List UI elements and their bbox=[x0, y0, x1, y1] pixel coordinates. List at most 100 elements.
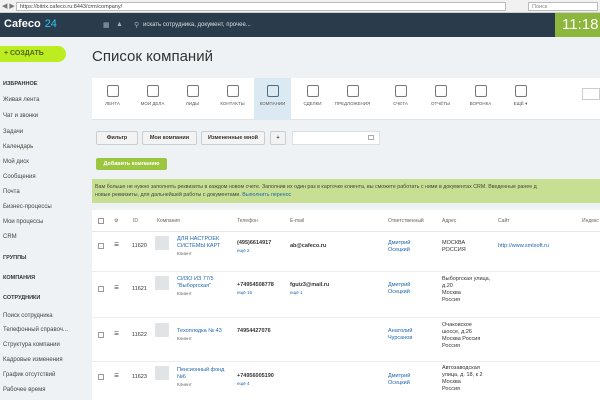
sidebar-item-phonebook[interactable]: Телефонный справоч... bbox=[3, 327, 68, 333]
responsible[interactable]: Дмитрий bbox=[388, 240, 410, 246]
responsible[interactable]: Дмитрий bbox=[388, 282, 410, 288]
sidebar-item-bizproc[interactable]: Бизнес-процессы bbox=[3, 204, 52, 210]
grid-icon[interactable]: ▦ bbox=[103, 21, 110, 29]
row-menu-icon[interactable]: ☰ bbox=[114, 373, 119, 379]
row-checkbox[interactable] bbox=[98, 374, 104, 380]
table-row[interactable]: ☰ 11621 СИЗО ИЗ 77/5 "Выборгская" Клиент… bbox=[92, 272, 600, 318]
address-line: Россия bbox=[442, 343, 461, 349]
tab-more[interactable]: ЕЩЁ ▾ bbox=[502, 78, 539, 120]
tab-my-activities[interactable]: МОИ ДЕЛА bbox=[134, 78, 171, 120]
row-checkbox[interactable] bbox=[98, 286, 104, 292]
add-filter-button[interactable]: + bbox=[270, 131, 286, 145]
company-name-line2[interactable]: СИСТЕМЫ КАРТ bbox=[177, 243, 220, 249]
sidebar-item-disk[interactable]: Мой диск bbox=[3, 159, 29, 165]
sidebar-item-absence[interactable]: График отсутствий bbox=[3, 372, 55, 378]
company-name[interactable]: ДЛЯ НАСТРОЕК bbox=[177, 236, 219, 242]
leads-icon bbox=[186, 85, 199, 97]
search-icon[interactable]: ⚲ bbox=[134, 21, 139, 29]
responsible-line2[interactable]: Чурсанов bbox=[388, 335, 412, 341]
phone-more[interactable]: ещё 4 bbox=[237, 381, 249, 386]
tab-leads[interactable]: ЛИДЫ bbox=[174, 78, 211, 120]
sidebar-item-messages[interactable]: Сообщения bbox=[3, 174, 36, 180]
sidebar-item-find-employee[interactable]: Поиск сотрудника bbox=[3, 313, 53, 319]
add-company-button[interactable]: Добавить компанию bbox=[96, 158, 167, 170]
company-name-line2[interactable]: "Выборгская" bbox=[177, 283, 211, 289]
email[interactable]: ab@cafeco.ru bbox=[290, 243, 326, 249]
row-checkbox[interactable] bbox=[98, 332, 104, 338]
col-id[interactable]: ID bbox=[133, 218, 138, 224]
sidebar-item-crm[interactable]: CRM bbox=[3, 234, 17, 240]
clock[interactable]: 11:18 bbox=[555, 13, 600, 37]
row-checkbox[interactable] bbox=[98, 243, 104, 249]
email[interactable]: fguiz3@mail.ru bbox=[290, 282, 329, 288]
site-link[interactable]: http://www.smtsoft.ru bbox=[498, 243, 549, 249]
email-more[interactable]: ещё 1 bbox=[290, 290, 302, 295]
tab-contacts[interactable]: КОНТАКТЫ bbox=[214, 78, 251, 120]
filter-button[interactable]: Фильтр bbox=[96, 131, 138, 145]
tab-companies[interactable]: КОМПАНИИ bbox=[254, 78, 291, 120]
sidebar-item-feed[interactable]: Живая лента bbox=[3, 97, 39, 103]
select-all-checkbox[interactable] bbox=[98, 218, 104, 224]
browser-search[interactable]: Поиск bbox=[528, 2, 598, 11]
sidebar-item-worktime[interactable]: Рабочее время bbox=[3, 387, 45, 393]
company-name[interactable]: Пенсионный фонд bbox=[177, 367, 224, 373]
window-icon[interactable] bbox=[368, 135, 374, 140]
transfer-link[interactable]: Выполнить перенос bbox=[242, 192, 291, 198]
sidebar-item-calendar[interactable]: Календарь bbox=[3, 144, 33, 150]
company-header[interactable]: КОМПАНИЯ bbox=[3, 275, 35, 281]
tab-quotes[interactable]: ПРЕДЛОЖЕНИЯ bbox=[334, 78, 371, 120]
phone-more[interactable]: ещё 2 bbox=[237, 248, 249, 253]
responsible-line2[interactable]: Осецкий bbox=[388, 380, 410, 386]
settings-icon[interactable]: ⚙ bbox=[114, 218, 118, 224]
sidebar-item-structure[interactable]: Структура компании bbox=[3, 342, 60, 348]
row-menu-icon[interactable]: ☰ bbox=[114, 331, 119, 337]
responsible-line2[interactable]: Осецкий bbox=[388, 289, 410, 295]
table-row[interactable]: ☰ 11623 Пенсионный фонд №6 Клиент +74956… bbox=[92, 362, 600, 400]
company-name-line2[interactable]: №6 bbox=[177, 374, 186, 380]
logo[interactable]: Cafeco 24 bbox=[4, 18, 57, 30]
responsible[interactable]: Анатолий bbox=[388, 328, 412, 334]
phone[interactable]: 74954427076 bbox=[237, 328, 271, 334]
col-site[interactable]: Сайт bbox=[498, 218, 510, 224]
table-row[interactable]: ☰ 11622 Техоплодка № 43 Клиент 749544270… bbox=[92, 318, 600, 362]
company-name[interactable]: Техоплодка № 43 bbox=[177, 328, 222, 334]
tab-funnel[interactable]: ВОРОНКА bbox=[462, 78, 499, 120]
filter-field[interactable] bbox=[292, 131, 380, 145]
row-menu-icon[interactable]: ☰ bbox=[114, 285, 119, 291]
back-icon[interactable]: ◀ ▶ bbox=[2, 2, 15, 10]
company-name[interactable]: СИЗО ИЗ 77/5 bbox=[177, 276, 214, 282]
responsible[interactable]: Дмитрий bbox=[388, 373, 410, 379]
table-row[interactable]: ☰ 11620 ДЛЯ НАСТРОЕК СИСТЕМЫ КАРТ Клиент… bbox=[92, 232, 600, 272]
employees-header[interactable]: СОТРУДНИКИ bbox=[3, 295, 40, 301]
my-companies-button[interactable]: Мои компании bbox=[142, 131, 197, 145]
tab-feed[interactable]: ЛЕНТА bbox=[94, 78, 131, 120]
bell-icon[interactable]: ▲ bbox=[116, 21, 123, 28]
sidebar-item-chat[interactable]: Чат и звонки bbox=[3, 113, 38, 119]
global-search-input[interactable]: искать сотрудника, документ, прочее... bbox=[143, 19, 283, 31]
sidebar-item-my-processes[interactable]: Мои процессы bbox=[3, 219, 43, 225]
col-email[interactable]: E-mail bbox=[290, 218, 304, 224]
tab-deals[interactable]: СДЕЛКИ bbox=[294, 78, 331, 120]
sidebar-item-tasks[interactable]: Задачи bbox=[3, 129, 23, 135]
col-phone[interactable]: Телефон bbox=[237, 218, 258, 224]
responsible-line2[interactable]: Осецкий bbox=[388, 247, 410, 253]
row-menu-icon[interactable]: ☰ bbox=[114, 242, 119, 248]
phone[interactable]: +74956005190 bbox=[237, 373, 274, 379]
col-responsible[interactable]: Ответственный bbox=[388, 218, 424, 224]
phone[interactable]: (495)6614917 bbox=[237, 240, 271, 246]
groups-header[interactable]: ГРУППЫ bbox=[3, 255, 26, 261]
col-company[interactable]: Компания bbox=[157, 218, 180, 224]
address-bar[interactable]: https://bitrix.cafeco.ru:8443/crm/compan… bbox=[16, 2, 506, 11]
phone[interactable]: +74954508778 bbox=[237, 282, 274, 288]
favorites-header[interactable]: ИЗБРАННОЕ bbox=[3, 81, 37, 87]
create-button[interactable]: + СОЗДАТЬ bbox=[0, 46, 66, 62]
toolbar-settings-box[interactable] bbox=[582, 88, 600, 100]
tab-invoices[interactable]: СЧЕТА bbox=[382, 78, 419, 120]
tab-reports[interactable]: ОТЧЁТЫ bbox=[422, 78, 459, 120]
changed-by-me-button[interactable]: Измененные мной bbox=[201, 131, 265, 145]
sidebar-item-hr-changes[interactable]: Кадровые изменения bbox=[3, 357, 63, 363]
col-index[interactable]: Индекс bbox=[582, 218, 599, 224]
sidebar-item-mail[interactable]: Почта bbox=[3, 189, 20, 195]
phone-more[interactable]: ещё 15 bbox=[237, 290, 252, 295]
col-address[interactable]: Адрес bbox=[442, 218, 456, 224]
